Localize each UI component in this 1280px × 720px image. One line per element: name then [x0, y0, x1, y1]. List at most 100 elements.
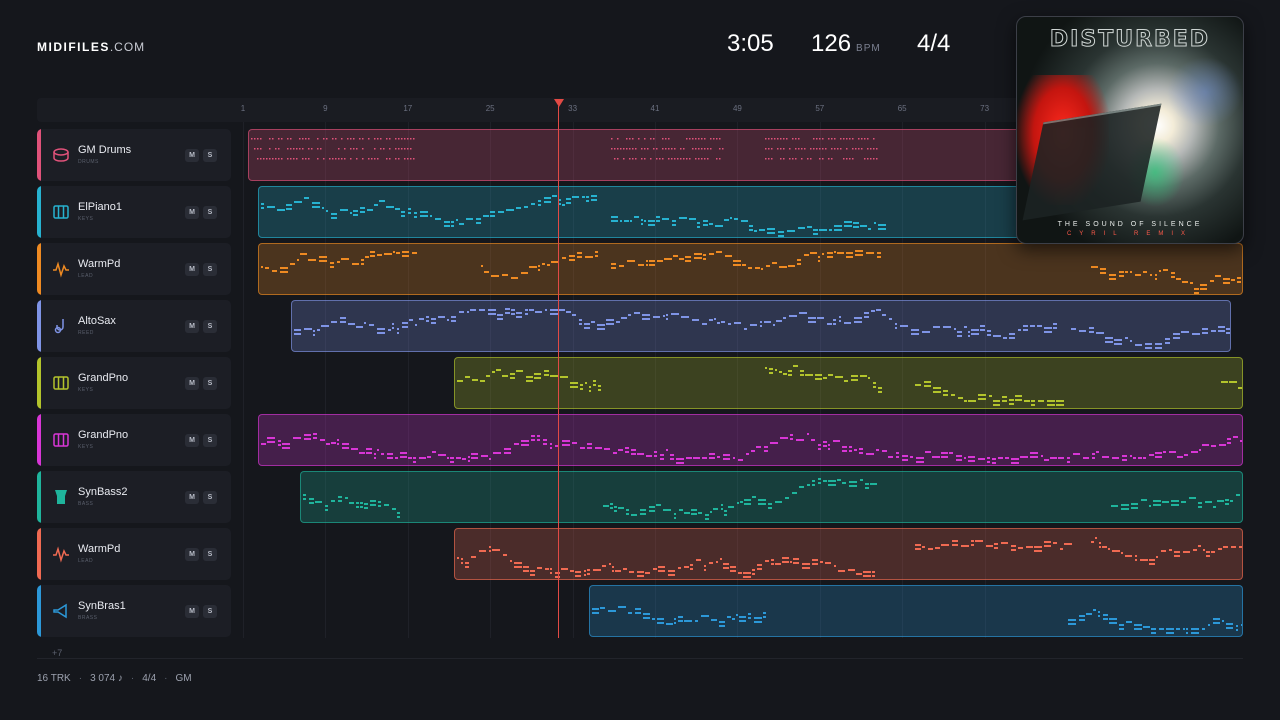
track-name[interactable]: GM Drums	[78, 144, 131, 156]
track-name[interactable]: SynBras1	[78, 600, 126, 612]
mute-button[interactable]: M	[185, 149, 199, 162]
brand-name: MIDIFILES	[37, 40, 110, 54]
playhead-marker[interactable]	[554, 99, 564, 107]
album-cover: DISTURBED THE SOUND OF SILENCE CYRIL REM…	[1016, 16, 1244, 244]
brass-horn-icon	[52, 602, 70, 620]
time-signature: 4/4	[917, 30, 951, 57]
solo-button[interactable]: S	[203, 491, 217, 504]
playhead[interactable]	[558, 106, 559, 638]
mute-button[interactable]: M	[185, 206, 199, 219]
track-color-bar	[37, 414, 41, 466]
grid-line	[243, 122, 244, 638]
midi-notes	[457, 365, 1242, 406]
track-color-bar	[37, 471, 41, 523]
solo-button[interactable]: S	[203, 377, 217, 390]
track-color-bar	[37, 585, 41, 637]
solo-button[interactable]: S	[203, 434, 217, 447]
bass-amp-icon	[52, 488, 70, 506]
tempo-value: 126	[811, 30, 852, 57]
ruler-tick: 25	[485, 104, 495, 113]
track-category: DRUMS	[78, 159, 99, 165]
solo-button[interactable]: S	[203, 320, 217, 333]
track-category: REED	[78, 330, 94, 336]
solo-button[interactable]: S	[203, 263, 217, 276]
ruler-tick: 9	[323, 104, 328, 113]
solo-button[interactable]: S	[203, 206, 217, 219]
track-name[interactable]: GrandPno	[78, 429, 128, 441]
cover-band-name: DISTURBED	[1049, 27, 1211, 53]
mute-button[interactable]: M	[185, 605, 199, 618]
drum-icon	[52, 146, 70, 164]
mute-button[interactable]: M	[185, 320, 199, 333]
ruler-tick: 57	[815, 104, 825, 113]
track-color-bar	[37, 129, 41, 181]
track-header[interactable]: AltoSax REED M S	[37, 300, 231, 352]
sax-icon	[52, 317, 70, 335]
waveform-icon	[52, 260, 70, 278]
midi-clip[interactable]	[291, 300, 1231, 352]
midi-standard: GM	[175, 673, 192, 684]
track-category: LEAD	[78, 273, 94, 279]
song-duration: 3:05	[727, 30, 774, 57]
track-name[interactable]: WarmPd	[78, 258, 120, 270]
track-header[interactable]: WarmPd LEAD M S	[37, 243, 231, 295]
midi-notes	[261, 250, 1241, 294]
track-color-bar	[37, 186, 41, 238]
midi-clip[interactable]	[454, 357, 1243, 409]
midi-notes	[303, 478, 1240, 520]
mute-button[interactable]: M	[185, 377, 199, 390]
mute-button[interactable]: M	[185, 548, 199, 561]
midi-clip[interactable]	[258, 414, 1243, 466]
midi-notes	[592, 606, 1242, 634]
track-header[interactable]: WarmPd LEAD M S	[37, 528, 231, 580]
solo-button[interactable]: S	[203, 605, 217, 618]
midi-clip[interactable]	[589, 585, 1243, 637]
mute-button[interactable]: M	[185, 491, 199, 504]
track-color-bar	[37, 528, 41, 580]
midi-notes	[294, 308, 1230, 349]
note-count: 3 074 ♪	[90, 673, 123, 684]
track-header[interactable]: SynBass2 BASS M S	[37, 471, 231, 523]
piano-keys-icon	[52, 374, 70, 392]
mute-button[interactable]: M	[185, 434, 199, 447]
track-header[interactable]: GM Drums DRUMS M S	[37, 129, 231, 181]
ruler-tick: 73	[980, 104, 990, 113]
mute-button[interactable]: M	[185, 263, 199, 276]
waveform-icon	[52, 545, 70, 563]
solo-button[interactable]: S	[203, 548, 217, 561]
track-header[interactable]: SynBras1 BRASS M S	[37, 585, 231, 637]
track-category: BRASS	[78, 615, 98, 621]
ruler-tick: 33	[568, 104, 578, 113]
ruler-tick: 1	[240, 104, 246, 113]
piano-keys-icon	[52, 203, 70, 221]
brand-domain: .COM	[109, 40, 146, 54]
midi-clip[interactable]	[454, 528, 1243, 580]
solo-button[interactable]: S	[203, 149, 217, 162]
track-name[interactable]: WarmPd	[78, 543, 120, 555]
midi-clip[interactable]	[300, 471, 1243, 523]
track-color-bar	[37, 243, 41, 295]
track-category: KEYS	[78, 216, 94, 222]
cover-song-title: THE SOUND OF SILENCE	[1057, 221, 1203, 228]
track-category: BASS	[78, 501, 94, 507]
track-name[interactable]: SynBass2	[78, 486, 128, 498]
track-header[interactable]: ElPiano1 KEYS M S	[37, 186, 231, 238]
track-name[interactable]: AltoSax	[78, 315, 116, 327]
track-header[interactable]: GrandPno KEYS M S	[37, 357, 231, 409]
track-color-bar	[37, 300, 41, 352]
more-tracks-label[interactable]: +7	[52, 648, 62, 658]
tempo-display: 126 BPM	[811, 30, 881, 58]
footer-divider	[37, 658, 1243, 659]
ruler-tick: 49	[732, 104, 742, 113]
track-name[interactable]: GrandPno	[78, 372, 128, 384]
track-name[interactable]: ElPiano1	[78, 201, 122, 213]
midi-notes	[457, 537, 1242, 578]
status-bar: 16 TRK · 3 074 ♪ · 4/4 · GM	[37, 673, 192, 684]
brand-logo: MIDIFILES.COM	[37, 40, 145, 54]
ruler-tick: 65	[897, 104, 907, 113]
cover-remix-label: CYRIL REMIX	[1066, 231, 1194, 237]
track-header[interactable]: GrandPno KEYS M S	[37, 414, 231, 466]
midi-clip[interactable]	[258, 243, 1243, 295]
ruler-tick: 41	[650, 104, 660, 113]
track-category: KEYS	[78, 444, 94, 450]
